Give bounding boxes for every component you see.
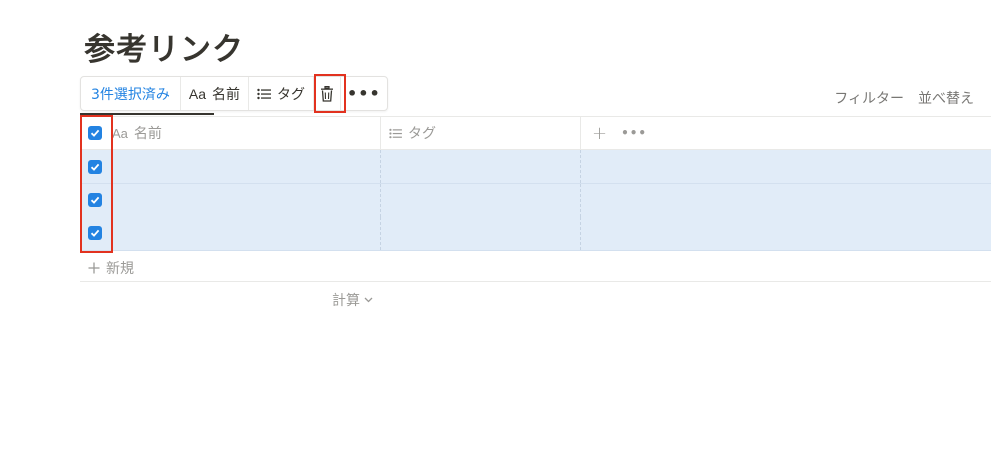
cell-divider — [580, 184, 581, 217]
cell-divider — [380, 150, 381, 183]
column-header-tag[interactable]: タグ — [389, 117, 436, 149]
page-title[interactable]: 参考リンク — [84, 24, 244, 69]
edit-tag-property-button[interactable]: タグ — [249, 77, 315, 110]
table-row[interactable] — [80, 184, 991, 218]
list-icon — [257, 88, 272, 100]
text-property-icon: Aa — [188, 85, 207, 102]
column-header-label: タグ — [408, 126, 436, 142]
new-row-button[interactable]: 新規 — [88, 258, 134, 278]
sort-button[interactable]: 並べ替え — [918, 88, 974, 108]
more-actions-button[interactable]: ••• — [341, 77, 387, 110]
column-add-controls: + ••• — [592, 117, 647, 149]
filter-button[interactable]: フィルター — [834, 88, 904, 108]
checkbox-column-highlight — [80, 115, 113, 253]
chevron-down-icon — [364, 297, 373, 303]
selected-count-label: 3件選択済み — [91, 86, 170, 103]
selected-count-button[interactable]: 3件選択済み — [81, 77, 181, 110]
column-more-button[interactable]: ••• — [621, 126, 647, 140]
column-divider[interactable] — [580, 117, 581, 149]
cell-divider — [580, 217, 581, 250]
column-header-name[interactable]: Aa 名前 — [112, 117, 162, 149]
plus-icon — [88, 262, 100, 274]
calculate-label: 計算 — [332, 293, 360, 309]
table-row[interactable] — [80, 150, 991, 184]
table-row[interactable] — [80, 217, 991, 251]
column-divider[interactable] — [380, 117, 381, 149]
edit-name-property-button[interactable]: Aa 名前 — [181, 77, 250, 110]
more-icon: ••• — [347, 84, 381, 103]
calculate-button[interactable]: 計算 — [332, 290, 373, 310]
column-header-label: 名前 — [133, 126, 162, 142]
cell-divider — [580, 150, 581, 183]
delete-button-highlight — [314, 74, 346, 113]
list-icon — [389, 128, 402, 139]
tag-property-label: タグ — [277, 86, 306, 103]
table-header: Aa 名前 タグ + ••• — [80, 117, 991, 150]
cell-divider — [380, 217, 381, 250]
add-column-button[interactable]: + — [592, 123, 607, 144]
text-property-icon: Aa — [112, 125, 128, 141]
new-row-label: 新規 — [106, 261, 134, 277]
cell-divider — [380, 184, 381, 217]
table-footer-divider — [80, 281, 991, 282]
view-actions: フィルター 並べ替え — [834, 88, 991, 108]
name-property-label: 名前 — [212, 86, 241, 103]
